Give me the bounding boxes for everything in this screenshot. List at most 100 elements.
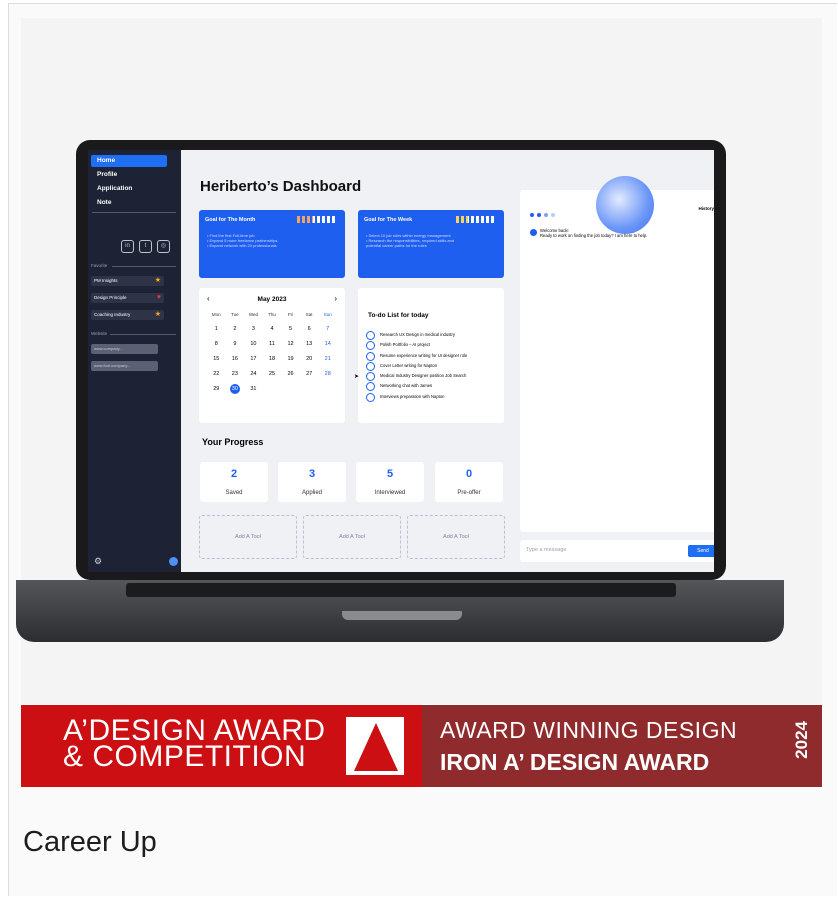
website-field[interactable]: www.fool.company... — [91, 361, 158, 371]
weekday-label: Mon — [211, 312, 221, 317]
sidebar-item-home[interactable]: Home — [91, 155, 167, 167]
add-tool-button[interactable]: Add A Tool — [303, 515, 401, 559]
sidebar-item-profile[interactable]: Profile — [91, 169, 167, 181]
calendar-day[interactable]: 5 — [281, 326, 300, 332]
todo-item[interactable]: Polish Portfolio – AI project — [366, 340, 467, 351]
instagram-icon[interactable]: ◎ — [157, 240, 170, 253]
favorite-item[interactable]: Design Principle ♥ — [91, 293, 164, 303]
assistant-icon[interactable] — [169, 557, 178, 566]
add-tool-button[interactable]: Add A Tool — [199, 515, 297, 559]
todo-item[interactable]: Interviews preparation with Napton — [366, 392, 467, 403]
stat-label: Interviewed — [374, 490, 406, 496]
todo-list: Research UX Design in medical industry Po… — [366, 330, 467, 403]
todo-item[interactable]: Resume experience writing for UI designe… — [366, 351, 467, 361]
stat-label: Saved — [225, 490, 243, 496]
goal-week-progress — [456, 216, 496, 223]
laptop-screen: Home Profile Application Note in t ◎ Fav… — [88, 150, 714, 572]
calendar-day[interactable]: 29 — [207, 386, 226, 394]
calendar-day[interactable]: 13 — [300, 341, 319, 347]
calendar-day[interactable]: 17 — [244, 356, 263, 362]
calendar-day[interactable]: 27 — [300, 371, 319, 377]
weekday-label: Sat — [305, 312, 313, 317]
favorite-label: Favorite — [91, 263, 108, 268]
calendar-day[interactable]: 21 — [318, 356, 337, 362]
calendar-day[interactable]: 10 — [244, 341, 263, 347]
calendar-day[interactable]: 4 — [263, 326, 282, 332]
calendar-day[interactable]: 31 — [244, 386, 263, 394]
settings-icon[interactable]: ⚙ — [94, 556, 102, 567]
history-button[interactable]: History — [698, 206, 714, 211]
stat-label: Pre-offer — [457, 490, 481, 496]
banner-line: AWARD WINNING DESIGN — [440, 717, 738, 743]
calendar-day[interactable]: 14 — [318, 341, 337, 347]
goal-week-title: Goal for The Week — [364, 217, 413, 223]
calendar-day[interactable]: 12 — [281, 341, 300, 347]
star-icon: ★ — [154, 311, 161, 318]
divider — [92, 212, 176, 213]
calendar-day[interactable]: 9 — [226, 341, 245, 347]
goal-month-progress — [297, 216, 337, 223]
goal-month-title: Goal for The Month — [205, 217, 256, 223]
sidebar-item-note[interactable]: Note — [91, 197, 167, 209]
stat-value: 2 — [230, 468, 238, 480]
award-banner-left: A’DESIGN AWARD & COMPETITION — [21, 705, 422, 787]
calendar-day[interactable]: 8 — [207, 341, 226, 347]
stat-saved[interactable]: 2 Saved — [200, 462, 268, 502]
stat-interviewed[interactable]: 5 Interviewed — [356, 462, 424, 502]
calendar-day[interactable]: 19 — [281, 356, 300, 362]
caption: Career Up — [23, 826, 157, 858]
send-button[interactable]: Send — [688, 545, 714, 557]
calendar-day[interactable]: 1 — [207, 326, 226, 332]
goal-week-card[interactable]: Goal for The Week • Select 10 job roles … — [358, 210, 504, 278]
todo-panel: To-do List for today Research UX Design … — [358, 288, 504, 423]
goal-week-progress-fill — [456, 216, 468, 223]
message-input[interactable]: Type a message Send — [520, 540, 714, 562]
linkedin-icon[interactable]: in — [121, 240, 134, 253]
weekday-label: Tue — [231, 312, 239, 317]
message-placeholder: Type a message — [526, 547, 567, 553]
todo-item[interactable]: Medical Industry Designer position Job S… — [366, 371, 467, 382]
twitter-icon[interactable]: t — [139, 240, 152, 253]
website-field[interactable]: www.company... — [91, 344, 158, 354]
sidebar-item-application[interactable]: Application — [91, 183, 167, 195]
calendar-day[interactable]: 18 — [263, 356, 282, 362]
assistant-avatar — [530, 229, 537, 236]
goal-month-card[interactable]: Goal for The Month • Find the first Full… — [199, 210, 345, 278]
calendar-day[interactable]: 26 — [281, 371, 300, 377]
add-tool-button[interactable]: Add A Tool — [407, 515, 505, 559]
todo-item[interactable]: Networking chat with James — [366, 381, 467, 392]
goal-month-progress-fill — [297, 216, 313, 223]
todo-item[interactable]: Cover Letter writing for Napton — [366, 361, 467, 372]
weekday-label: Fri — [287, 312, 294, 317]
calendar-day[interactable]: 6 — [300, 326, 319, 332]
weekday-label: Sun — [323, 312, 332, 317]
todo-item[interactable]: Research UX Design in medical industry — [366, 330, 467, 341]
calendar-day[interactable]: 25 — [263, 371, 282, 377]
next-month-icon[interactable]: › — [334, 294, 337, 303]
calendar-day[interactable]: 24 — [244, 371, 263, 377]
banner-line: IRON A’ DESIGN AWARD — [440, 749, 710, 775]
calendar-day[interactable]: 30 — [229, 384, 240, 394]
assistant-orb — [596, 176, 654, 234]
goal-line: potential career paths for the roles — [366, 243, 427, 248]
calendar-day[interactable]: 23 — [226, 371, 245, 377]
favorite-item[interactable]: PM Insights ★ — [91, 276, 164, 286]
calendar-day[interactable]: 22 — [207, 371, 226, 377]
favorite-item-label: Coaching Industry — [94, 312, 131, 317]
calendar-day[interactable]: 7 — [318, 326, 337, 332]
calendar-day[interactable]: 2 — [226, 326, 245, 332]
favorite-item[interactable]: Coaching Industry ★ — [91, 310, 164, 320]
heart-icon: ♥ — [156, 294, 161, 301]
calendar-day[interactable]: 28 — [318, 371, 337, 377]
calendar-day[interactable]: 20 — [300, 356, 319, 362]
calendar-day[interactable]: 11 — [263, 341, 282, 347]
chat-panel: History Welcome back! Ready to work on f… — [520, 190, 714, 532]
progress-title: Your Progress — [202, 437, 264, 447]
calendar-day[interactable]: 15 — [207, 356, 226, 362]
stat-applied[interactable]: 3 Applied — [278, 462, 346, 502]
stat-pre-offer[interactable]: 0 Pre-offer — [435, 462, 503, 502]
calendar-day[interactable]: 3 — [244, 326, 263, 332]
chat-dots-icon — [530, 204, 558, 222]
calendar-day[interactable]: 16 — [226, 356, 245, 362]
laptop-trackpad-notch — [342, 611, 462, 620]
